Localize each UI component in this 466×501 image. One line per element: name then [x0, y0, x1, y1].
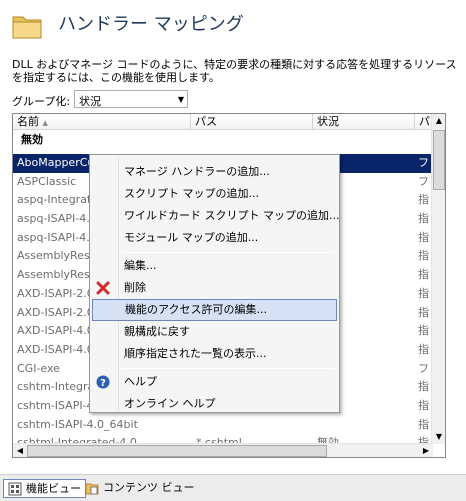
horizontal-scroll-thumb[interactable]: [27, 445, 327, 457]
menu-separator: [122, 252, 334, 253]
svg-text:?: ?: [100, 378, 106, 389]
menu-item-label: マネージ ハンドラーの追加...: [124, 165, 270, 178]
menu-item-label: 親構成に戻す: [124, 325, 190, 338]
menu-item[interactable]: 削除: [92, 277, 337, 299]
chevron-down-icon: ▼: [177, 95, 184, 104]
menu-item[interactable]: マネージ ハンドラーの追加...: [92, 161, 337, 183]
menu-item[interactable]: モジュール マップの追加...: [92, 227, 337, 249]
help-icon: ?: [96, 375, 110, 389]
horizontal-scrollbar[interactable]: ◀ ▶: [13, 443, 433, 457]
menu-separator: [122, 368, 334, 369]
tab-content-view[interactable]: コンテンツ ビュー: [81, 479, 199, 498]
menu-item[interactable]: ? ヘルプ: [92, 371, 337, 393]
context-menu: マネージ ハンドラーの追加... スクリプト マップの追加... ワイルドカード ス…: [89, 154, 340, 413]
group-by-value: 状況: [79, 95, 101, 108]
menu-item[interactable]: 機能のアクセス許可の編集...: [92, 299, 337, 321]
group-header-disabled[interactable]: 無効: [21, 131, 43, 147]
cell-name: cshtm-ISAPI-4.0_64bit: [17, 417, 138, 431]
content-view-icon: [85, 483, 99, 495]
menu-item-label: オンライン ヘルプ: [124, 397, 216, 410]
menu-item-label: 削除: [124, 281, 146, 294]
scroll-down-icon[interactable]: ▼: [432, 430, 445, 444]
column-header-state[interactable]: 状況: [313, 114, 415, 130]
menu-item-label: 順序指定された一覧の表示...: [124, 347, 267, 360]
bottom-view-tabs: 機能ビュー コンテンツ ビュー: [0, 474, 466, 501]
scroll-right-icon[interactable]: ▶: [419, 444, 433, 457]
menu-item[interactable]: 編集...: [92, 255, 337, 277]
scroll-up-icon[interactable]: ▲: [432, 114, 445, 128]
tab-features-view[interactable]: 機能ビュー: [3, 479, 86, 498]
page-title: ハンドラー マッピング: [58, 14, 244, 35]
tab-features-view-label: 機能ビュー: [26, 482, 81, 495]
folder-icon: [12, 16, 42, 39]
table-row[interactable]: cshtm-ISAPI-4.0_64bit 指: [13, 416, 433, 435]
menu-item[interactable]: オンライン ヘルプ: [92, 393, 337, 415]
scroll-left-icon[interactable]: ◀: [13, 444, 27, 457]
column-header-path[interactable]: パス: [191, 114, 313, 130]
sort-ascending-icon: ▲: [42, 119, 48, 127]
menu-item-label: 編集...: [124, 259, 157, 272]
group-by-label: グループ化:: [12, 95, 71, 108]
menu-item-label: スクリプト マップの追加...: [124, 187, 259, 200]
column-header-name[interactable]: 名前 ▲: [13, 114, 191, 130]
menu-item-label: モジュール マップの追加...: [124, 231, 259, 244]
delete-x-icon: [96, 281, 110, 295]
vertical-scrollbar[interactable]: ▲ ▼: [431, 114, 445, 444]
page-description: DLL およびマネージ コードのように、特定の要求の種類に対する応答を処理するリ…: [12, 58, 457, 84]
menu-item[interactable]: ワイルドカード スクリプト マップの追加...: [92, 205, 340, 227]
group-by-select[interactable]: 状況 ▼: [74, 90, 188, 108]
table-header: 名前 ▲ パス 状況 パス: [13, 114, 435, 130]
menu-item-label: ヘルプ: [124, 375, 157, 388]
menu-item-label: ワイルドカード スクリプト マップの追加...: [124, 209, 340, 222]
features-view-icon: [8, 482, 22, 496]
menu-item[interactable]: スクリプト マップの追加...: [92, 183, 337, 205]
tab-content-view-label: コンテンツ ビュー: [103, 481, 195, 494]
menu-item[interactable]: 親構成に戻す: [92, 321, 337, 343]
vertical-scroll-thumb[interactable]: [433, 130, 445, 190]
menu-item-label: 機能のアクセス許可の編集...: [125, 303, 267, 316]
menu-item[interactable]: 順序指定された一覧の表示...: [92, 343, 337, 365]
